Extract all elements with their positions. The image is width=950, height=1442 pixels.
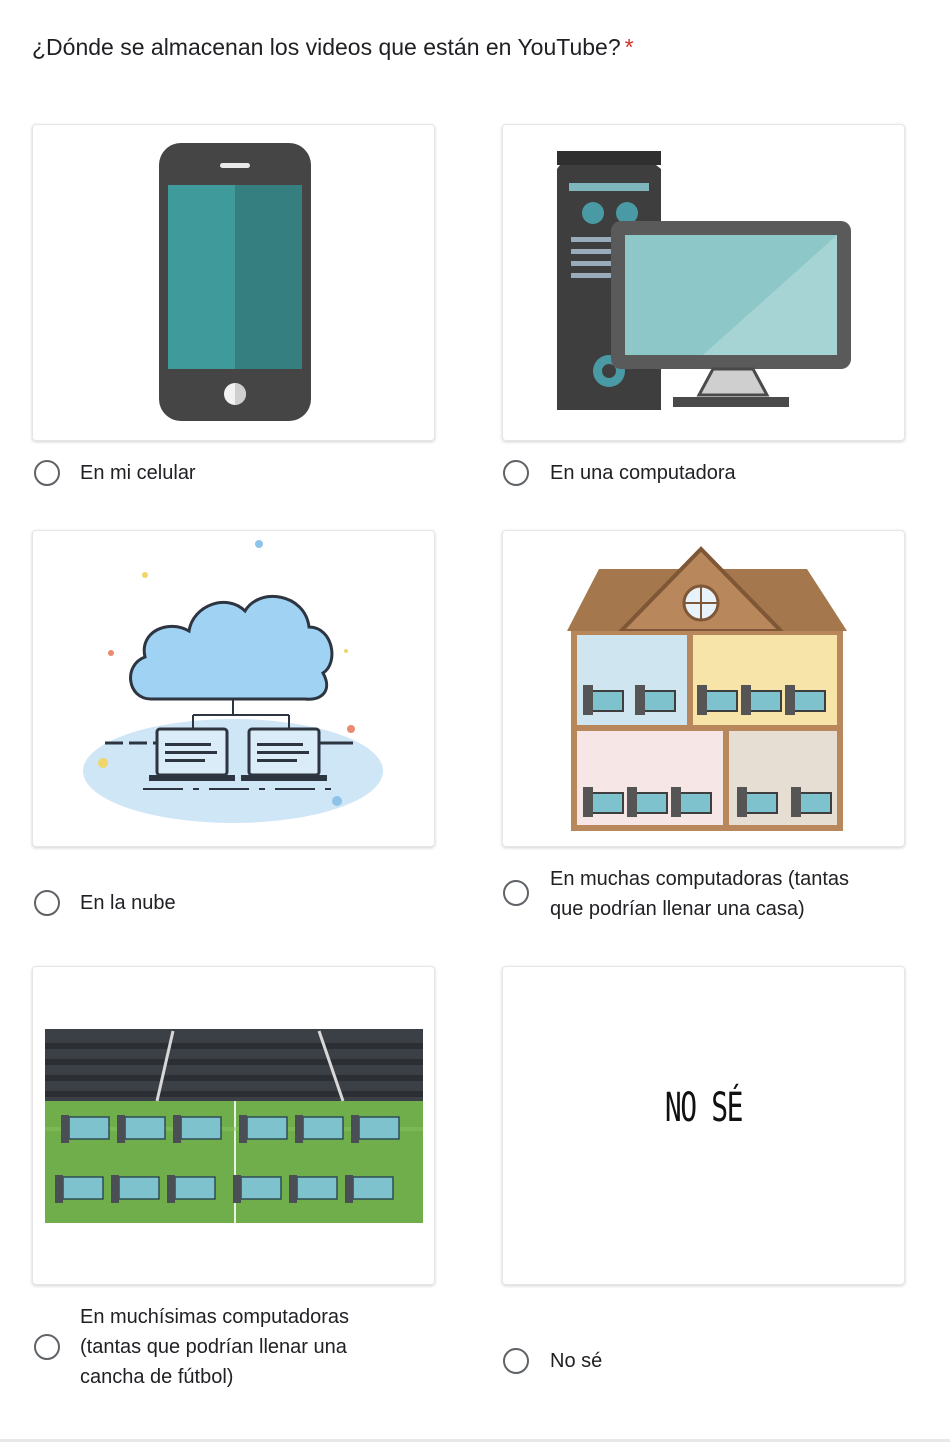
option-label-cancha: En muchísimas computadoras (tantas que p… — [80, 1302, 349, 1392]
option-image-celular — [32, 124, 435, 441]
option-image-nube — [32, 530, 435, 847]
radio-en-muchas-computadoras[interactable] — [503, 880, 529, 906]
option-label-cancha-line2: (tantas que podrían llenar una — [80, 1336, 347, 1358]
option-label-cancha-line1: En muchísimas computadoras — [80, 1306, 350, 1328]
cloud-network-icon — [83, 540, 383, 823]
radio-en-muchisimas-computadoras[interactable] — [34, 1334, 60, 1360]
option-label-celular: En mi celular — [80, 462, 196, 484]
option-image-casa — [502, 530, 905, 847]
required-asterisk: * — [624, 34, 634, 60]
option-image-computadora — [502, 124, 905, 441]
no-se-image-text: NO SÉ — [664, 1085, 744, 1131]
option-label-casa: En muchas computadoras (tantas que podrí… — [550, 864, 849, 924]
radio-en-mi-celular[interactable] — [34, 460, 60, 486]
option-label-cancha-line3: cancha de fútbol) — [80, 1366, 234, 1388]
option-label-casa-line1: En muchas computadoras (tantas — [550, 868, 850, 890]
question-text: ¿Dónde se almacenan los videos que están… — [32, 34, 621, 60]
radio-en-la-nube[interactable] — [34, 890, 60, 916]
option-label-casa-line2: que podrían llenar una casa) — [550, 898, 805, 920]
radio-no-se[interactable] — [503, 1348, 529, 1374]
radio-en-una-computadora[interactable] — [503, 460, 529, 486]
stadium-computers-icon — [45, 1029, 423, 1223]
desktop-computer-icon — [557, 151, 851, 410]
option-label-no-se: No sé — [550, 1350, 603, 1372]
option-label-computadora: En una computadora — [550, 462, 736, 484]
option-image-cancha — [32, 966, 435, 1285]
option-label-nube: En la nube — [80, 892, 176, 914]
smartphone-icon — [159, 143, 311, 421]
question-title: ¿Dónde se almacenan los videos que están… — [32, 34, 634, 61]
option-image-no-se: NO SÉ — [502, 966, 905, 1285]
house-computers-icon — [567, 546, 847, 831]
